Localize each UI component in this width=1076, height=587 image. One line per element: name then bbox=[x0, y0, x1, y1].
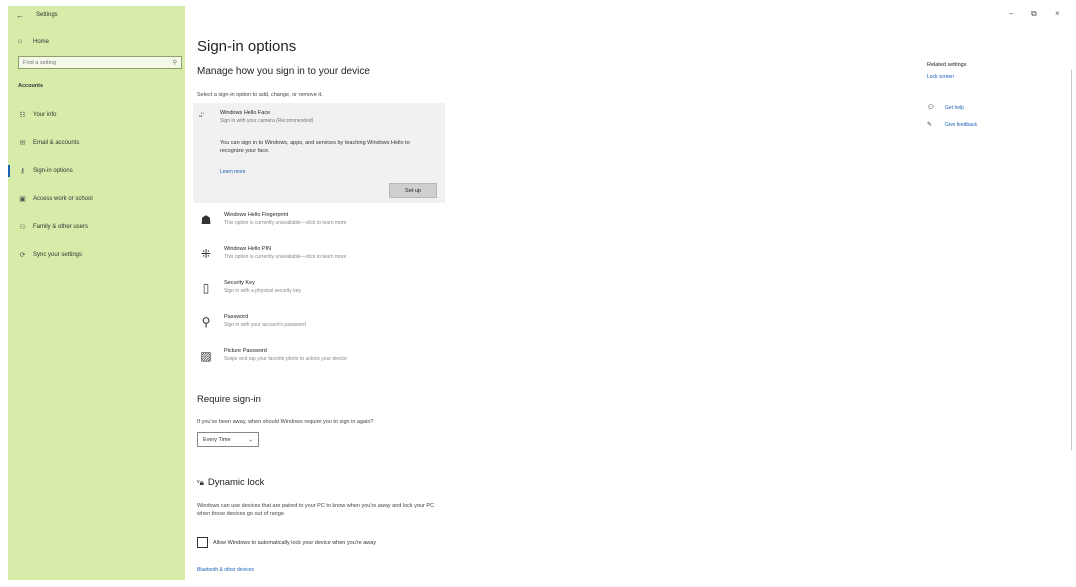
option-subtitle: This option is currently unavailable—cli… bbox=[224, 254, 347, 260]
page-title: Sign-in options bbox=[197, 38, 297, 55]
person-card-icon: ☷ bbox=[19, 112, 26, 119]
option-password[interactable]: ⚲ Password Sign in with your account's p… bbox=[197, 312, 497, 342]
security-key-icon: ▯ bbox=[202, 281, 210, 295]
home-nav-item[interactable]: ⌂ Home bbox=[8, 24, 185, 45]
sidebar-item-email-accounts[interactable]: ✉ Email & accounts bbox=[8, 129, 185, 157]
dynamic-lock-checkbox[interactable] bbox=[197, 537, 208, 548]
related-settings-panel: Related settings Lock screen 💬︎ Get help… bbox=[927, 62, 1047, 128]
dynamic-lock-checkbox-row[interactable]: Allow Windows to automatically lock your… bbox=[197, 537, 376, 548]
face-icon: ᵕ̈ bbox=[199, 111, 203, 121]
key-icon: ⚷ bbox=[19, 168, 26, 175]
option-picture-password[interactable]: ▨ Picture Password Swipe and tap your fa… bbox=[197, 346, 497, 376]
search-placeholder: Find a setting bbox=[23, 59, 57, 66]
option-subtitle: This option is currently unavailable—cli… bbox=[224, 220, 347, 226]
pin-keypad-icon: ⁜ bbox=[200, 247, 212, 261]
picture-icon: ▨ bbox=[200, 349, 212, 363]
minimize-button[interactable]: – bbox=[1009, 9, 1013, 18]
option-subtitle: Sign in with your camera (Recommended) bbox=[220, 118, 314, 124]
back-arrow-icon[interactable]: ← bbox=[16, 11, 24, 20]
option-subtitle: Sign in with a physical security key bbox=[224, 288, 301, 294]
dynamic-lock-description: Windows can use devices that are paired … bbox=[197, 503, 435, 517]
sidebar-item-label: Family & other users bbox=[33, 224, 89, 230]
lock-screen-link[interactable]: Lock screen bbox=[927, 74, 1047, 80]
main-content: Sign-in options Manage how you sign in t… bbox=[193, 0, 897, 587]
home-label: Home bbox=[33, 38, 50, 45]
briefcase-icon: ▣ bbox=[19, 196, 26, 203]
dropdown-value: Every Time bbox=[203, 436, 231, 443]
sidebar-item-family[interactable]: ⚇ Family & other users bbox=[8, 213, 185, 241]
sidebar-item-label: Email & accounts bbox=[33, 140, 80, 146]
checkbox-label: Allow Windows to automatically lock your… bbox=[213, 539, 377, 546]
option-subtitle: Swipe and tap your favorite photo to unl… bbox=[224, 356, 347, 362]
maximize-button[interactable]: ⧉ bbox=[1031, 9, 1037, 19]
set-up-button[interactable]: Set up bbox=[389, 183, 437, 198]
help-chat-icon: 💬︎ bbox=[927, 105, 935, 111]
option-title: Windows Hello Fingerprint bbox=[224, 212, 289, 218]
dynamic-lock-title: Dynamic lock bbox=[207, 477, 265, 488]
sidebar: ← Settings ⌂ Home Find a setting ⚲ Accou… bbox=[8, 6, 185, 580]
require-signin-question: If you've been away, when should Windows… bbox=[197, 419, 374, 425]
option-title: Windows Hello PIN bbox=[224, 246, 272, 252]
option-title: Password bbox=[224, 314, 249, 320]
active-indicator bbox=[8, 165, 10, 177]
sidebar-item-access-work[interactable]: ▣ Access work or school bbox=[8, 185, 185, 213]
search-input[interactable]: Find a setting ⚲ bbox=[18, 56, 182, 69]
require-signin-dropdown[interactable]: Every Time ⌄ bbox=[197, 432, 259, 447]
chevron-down-icon: ⌄ bbox=[248, 436, 253, 443]
option-title: Picture Password bbox=[224, 348, 267, 354]
sidebar-item-sign-in-options[interactable]: ⚷ Sign-in options bbox=[8, 157, 185, 185]
sidebar-item-sync[interactable]: ⟳ Sync your settings bbox=[8, 241, 185, 269]
give-feedback-label: Give feedback bbox=[945, 121, 977, 128]
window-title: Settings bbox=[36, 12, 58, 18]
related-settings-heading: Related settings bbox=[927, 62, 967, 68]
bluetooth-devices-link[interactable]: Bluetooth & other devices bbox=[197, 567, 254, 573]
nav-list: ☷ Your info ✉ Email & accounts ⚷ Sign-in… bbox=[8, 101, 185, 269]
section-subtitle: Manage how you sign in to your device bbox=[197, 66, 370, 77]
get-help-link[interactable]: 💬︎ Get help bbox=[927, 104, 1047, 112]
titlebar: ← Settings bbox=[8, 6, 185, 24]
search-icon: ⚲ bbox=[172, 60, 177, 66]
fingerprint-icon: ☗ bbox=[200, 213, 212, 227]
option-title: Security Key bbox=[224, 280, 255, 286]
sidebar-item-your-info[interactable]: ☷ Your info bbox=[8, 101, 185, 129]
sidebar-item-label: Sync your settings bbox=[33, 252, 83, 258]
sidebar-item-label: Sign-in options bbox=[33, 168, 73, 174]
option-title: Windows Hello Face bbox=[220, 110, 271, 116]
close-button[interactable]: × bbox=[1055, 9, 1060, 18]
learn-more-link[interactable]: Learn more bbox=[220, 169, 246, 175]
select-prompt: Select a sign-in option to add, change, … bbox=[197, 92, 323, 98]
scrollbar[interactable] bbox=[1071, 70, 1072, 450]
get-help-label: Get help bbox=[945, 104, 964, 111]
option-fingerprint[interactable]: ☗ Windows Hello Fingerprint This option … bbox=[197, 210, 497, 240]
home-icon: ⌂ bbox=[18, 38, 23, 45]
option-description: You can sign in to Windows, apps, and se… bbox=[220, 140, 410, 154]
give-feedback-link[interactable]: ✎ Give feedback bbox=[927, 121, 1047, 129]
password-key-icon: ⚲ bbox=[201, 315, 211, 329]
mail-icon: ✉ bbox=[19, 140, 26, 147]
people-icon: ⚇ bbox=[19, 224, 26, 231]
option-pin[interactable]: ⁜ Windows Hello PIN This option is curre… bbox=[197, 244, 497, 274]
sidebar-item-label: Access work or school bbox=[33, 196, 93, 202]
option-subtitle: Sign in with your account's password bbox=[224, 322, 306, 328]
require-signin-heading: Require sign-in bbox=[197, 394, 261, 405]
sidebar-item-label: Your info bbox=[33, 112, 57, 118]
option-windows-hello-face[interactable]: ᵕ̈ Windows Hello Face Sign in with your … bbox=[193, 103, 445, 203]
dynamic-lock-icon: ᵛ🔒︎ bbox=[197, 477, 204, 487]
feedback-icon: ✎ bbox=[927, 122, 933, 128]
dynamic-lock-heading: ᵛ🔒︎ Dynamic lock bbox=[197, 477, 264, 488]
option-security-key[interactable]: ▯ Security Key Sign in with a physical s… bbox=[197, 278, 497, 308]
sync-icon: ⟳ bbox=[19, 252, 26, 259]
section-header-accounts: Accounts bbox=[18, 83, 44, 89]
